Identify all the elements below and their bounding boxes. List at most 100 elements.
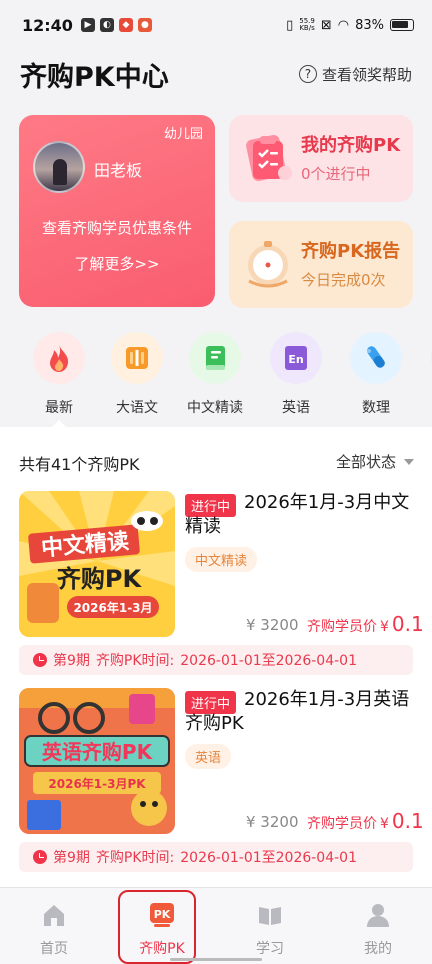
browser-app-icon: ◐ bbox=[99, 18, 114, 32]
pk-list: 共有41个齐购PK 全部状态 中文精读 齐购PK 2026年1-3月 进行中 2… bbox=[0, 427, 432, 887]
course-thumbnail[interactable]: 中文精读 齐购PK 2026年1-3月 bbox=[19, 491, 175, 637]
category-label: 最新 bbox=[45, 400, 73, 416]
question-icon: ? bbox=[298, 65, 317, 83]
category-circle bbox=[33, 332, 85, 384]
category-circle bbox=[111, 332, 163, 384]
svg-text:En: En bbox=[288, 353, 303, 366]
category-label: 英语 bbox=[282, 400, 310, 416]
period-bar: 第9期 齐购PK时间: 2026-01-01至2026-04-01 bbox=[19, 842, 413, 872]
clock-icon bbox=[33, 850, 47, 864]
net-speed: 55.9 KB/s bbox=[299, 17, 315, 32]
help-label: 查看领奖帮助 bbox=[321, 65, 412, 84]
status-right: ▯ 55.9 KB/s ⊠ ◠ 83% bbox=[286, 18, 414, 33]
cover-date: 2026年1-3月 bbox=[73, 600, 152, 615]
wifi-icon: ◠ bbox=[337, 17, 350, 33]
member-benefit-text: 查看齐购学员优惠条件 bbox=[41, 219, 192, 237]
english-cover: 英语齐购PK 2026年1-3月PK bbox=[19, 688, 175, 834]
period-bar: 第9期 齐购PK时间: 2026-01-01至2026-04-01 bbox=[19, 645, 413, 675]
category-english[interactable]: En 英语 bbox=[257, 332, 335, 417]
tab-study[interactable]: 学习 bbox=[216, 902, 324, 958]
test-tube-icon bbox=[367, 346, 385, 368]
pk-report-title: 齐购PK报告 bbox=[301, 241, 401, 262]
time-range: 2026-01-01至2026-04-01 bbox=[180, 850, 357, 866]
home-indicator bbox=[170, 958, 262, 961]
time-range: 2026-01-01至2026-04-01 bbox=[180, 653, 357, 669]
compass-icon bbox=[248, 241, 288, 288]
data-icon: ⊠ bbox=[320, 17, 332, 33]
my-pk-title: 我的齐购PK bbox=[301, 135, 401, 156]
caret-down-icon bbox=[404, 458, 414, 465]
category-math-science[interactable]: 数理 bbox=[337, 332, 415, 417]
original-price: ¥ 3200 bbox=[246, 616, 299, 634]
item-title-cont: 齐购PK bbox=[185, 713, 244, 734]
book-open-icon bbox=[126, 347, 148, 369]
clipboard-icon bbox=[246, 135, 292, 181]
my-pk-card[interactable]: 我的齐购PK 0个进行中 bbox=[229, 115, 413, 202]
original-price: ¥ 3200 bbox=[246, 813, 299, 831]
vibrate-icon: ▯ bbox=[286, 17, 294, 33]
list-count: 共有41个齐购PK bbox=[19, 455, 140, 474]
cover-date: 2026年1-3月PK bbox=[48, 776, 146, 791]
tab-label: 首页 bbox=[40, 941, 68, 957]
member-level-tag: 幼儿园 bbox=[163, 127, 203, 142]
time-label: 齐购PK时间: bbox=[95, 850, 175, 866]
status-badge: 进行中 bbox=[185, 494, 237, 517]
subject-tag: 英语 bbox=[185, 744, 232, 769]
status-bar: 12:40 ▶ ◐ ◆ ● ▯ 55.9 KB/s ⊠ ◠ 83% bbox=[0, 0, 432, 50]
avatar[interactable] bbox=[33, 141, 85, 193]
user-name: 田老板 bbox=[94, 161, 143, 180]
tab-label: 我的 bbox=[364, 941, 392, 957]
status-filter[interactable]: 全部状态 bbox=[336, 451, 414, 472]
bottom-tab-bar: 首页 PK 齐购PK 学习 我的 bbox=[0, 887, 432, 964]
member-price: 齐购学员价 ¥0.1 bbox=[307, 809, 424, 833]
tab-me[interactable]: 我的 bbox=[324, 902, 432, 958]
battery-icon bbox=[390, 19, 414, 31]
period-number: 第9期 bbox=[53, 850, 90, 866]
pk-report-count: 今日完成0次 bbox=[301, 271, 386, 289]
item-title: 2026年1月-3月中文 bbox=[244, 492, 410, 513]
course-thumbnail[interactable]: 英语齐购PK 2026年1-3月PK bbox=[19, 688, 175, 834]
period-number: 第9期 bbox=[53, 653, 90, 669]
learn-more-link[interactable]: 了解更多>> bbox=[19, 253, 215, 274]
open-book-icon bbox=[259, 907, 281, 925]
filter-label: 全部状态 bbox=[335, 453, 396, 471]
person-icon bbox=[367, 904, 389, 927]
tab-label: 学习 bbox=[256, 941, 284, 957]
category-tabs: 最新 大语文 中文精读 En 英语 数理 bbox=[0, 332, 432, 427]
header: 齐购PK中心 ? 查看领奖帮助 bbox=[20, 54, 412, 94]
category-label: 小 bbox=[418, 397, 432, 417]
category-label: 数理 bbox=[362, 400, 390, 416]
battery-percent: 83% bbox=[355, 17, 384, 33]
book-icon bbox=[206, 346, 225, 370]
item-title: 2026年1月-3月英语 bbox=[244, 689, 410, 710]
cover-subtitle: 齐购PK bbox=[57, 565, 143, 593]
status-notification-icons: ▶ ◐ ◆ ● bbox=[80, 18, 152, 32]
flame-icon bbox=[50, 345, 69, 372]
category-chinese-reading[interactable]: 中文精读 bbox=[176, 332, 254, 417]
category-chinese-lit[interactable]: 大语文 bbox=[98, 332, 176, 417]
member-price: 齐购学员价 ¥0.1 bbox=[307, 612, 424, 636]
clock-icon bbox=[33, 653, 47, 667]
page-title: 齐购PK中心 bbox=[20, 61, 169, 93]
shop-app-icon: ◆ bbox=[118, 18, 133, 32]
category-label: 中文精读 bbox=[187, 400, 243, 416]
status-badge: 进行中 bbox=[185, 691, 237, 714]
cover-title: 英语齐购PK bbox=[42, 740, 154, 764]
time-label: 齐购PK时间: bbox=[95, 653, 175, 669]
help-link[interactable]: ? 查看领奖帮助 bbox=[298, 64, 412, 85]
tab-home[interactable]: 首页 bbox=[0, 902, 108, 958]
pk-report-card[interactable]: 齐购PK报告 今日完成0次 bbox=[229, 221, 413, 308]
english-book-icon: En bbox=[285, 346, 307, 370]
category-more[interactable]: ● 小 bbox=[418, 332, 432, 417]
subject-tag: 中文精读 bbox=[185, 547, 258, 572]
chinese-reading-cover: 中文精读 齐购PK 2026年1-3月 bbox=[19, 491, 175, 637]
my-pk-count: 0个进行中 bbox=[301, 165, 371, 183]
category-label: 大语文 bbox=[116, 400, 158, 416]
active-indicator bbox=[52, 420, 66, 427]
home-icon bbox=[44, 905, 64, 926]
category-latest[interactable]: 最新 bbox=[20, 332, 98, 427]
active-tab-highlight bbox=[118, 890, 196, 964]
category-circle bbox=[350, 332, 402, 384]
member-card[interactable]: 幼儿园 田老板 查看齐购学员优惠条件 了解更多>> bbox=[19, 115, 215, 307]
video-app-icon: ▶ bbox=[80, 18, 95, 32]
